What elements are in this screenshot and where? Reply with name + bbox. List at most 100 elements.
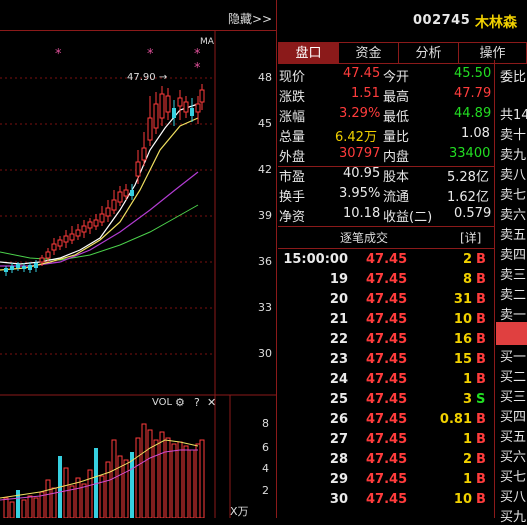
tab-analysis[interactable]: 分析	[398, 42, 459, 64]
high-price-marker: 47.90 →	[127, 72, 167, 83]
trade-time: 20	[329, 292, 348, 307]
candle-body	[63, 235, 69, 243]
trade-price: 47.45	[366, 372, 408, 387]
trade-price: 47.45	[366, 252, 408, 267]
volume-bar	[183, 445, 189, 518]
candle-body	[16, 264, 20, 268]
candle-body	[69, 233, 75, 241]
volume-bar	[21, 499, 27, 518]
candle-body	[147, 117, 153, 141]
orderbook-buy-label: 买三	[500, 390, 527, 405]
trade-side: B	[476, 412, 486, 427]
gear-icon[interactable]: ⚙	[175, 396, 185, 409]
candle-body	[177, 97, 183, 107]
candle-body	[45, 251, 51, 259]
trade-volume: 1	[462, 472, 472, 487]
trade-volume: 2	[462, 252, 472, 267]
trade-row: 27 47.45 1 B	[280, 432, 494, 452]
orderbook-buy-label: 买四	[500, 410, 527, 425]
volume-header: VOL	[152, 397, 173, 408]
orderbook-label: 共14	[500, 108, 527, 123]
quote-label: 收益(二)	[383, 210, 433, 225]
trade-volume: 31	[453, 292, 472, 307]
volume-tick: 8	[262, 417, 269, 430]
candle-body	[57, 239, 63, 247]
hide-panel-button[interactable]: 隐藏>>	[228, 10, 272, 27]
candle-body	[165, 95, 171, 113]
quote-label: 最低	[383, 110, 410, 125]
price-tick: 42	[258, 163, 272, 176]
candle-body	[172, 108, 176, 118]
quote-label: 换手	[279, 190, 306, 205]
trade-side: B	[476, 332, 486, 347]
tab-funds[interactable]: 资金	[338, 42, 399, 64]
change-value: 1.51	[351, 86, 380, 101]
trade-side: B	[476, 452, 486, 467]
close-icon[interactable]: ✕	[207, 396, 216, 409]
change-percent: 3.29%	[339, 106, 381, 121]
orderbook-spread-bar	[496, 322, 527, 345]
trade-row: 15:00:00 47.45 2 B	[280, 252, 494, 272]
tab-pankou[interactable]: 盘口	[278, 42, 339, 64]
kline-chart[interactable]: MA 48 45 42 39 36 33 30 * * * * 47.90 → …	[0, 30, 276, 518]
trade-volume: 10	[453, 492, 472, 507]
trade-side: B	[476, 312, 486, 327]
event-star-marker: *	[194, 47, 201, 62]
trade-side: B	[476, 352, 486, 367]
quote-label: 涨跌	[279, 90, 306, 105]
trade-price: 47.45	[366, 452, 408, 467]
trade-row: 29 47.45 1 B	[280, 472, 494, 492]
trade-price: 47.45	[366, 392, 408, 407]
price-tick-labels: 48 45 42 39 36 33 30	[258, 71, 272, 360]
quote-row: 涨幅 3.29% 最低 44.89	[279, 106, 493, 126]
trade-side: B	[476, 252, 486, 267]
trade-price: 47.45	[366, 332, 408, 347]
candle-body	[190, 108, 194, 116]
trades-detail-button[interactable]: [详]	[460, 229, 481, 246]
orderbook-sell-label: 卖五	[500, 228, 527, 243]
trade-time: 22	[329, 332, 348, 347]
trade-side: B	[476, 432, 486, 447]
trade-volume: 3	[462, 392, 472, 407]
trade-volume: 15	[453, 352, 472, 367]
trade-row: 19 47.45 8 B	[280, 272, 494, 292]
total-volume: 6.42万	[335, 130, 377, 145]
tab-operate[interactable]: 操作	[458, 42, 527, 64]
trade-time: 29	[329, 472, 348, 487]
volume-bar	[123, 459, 129, 518]
help-icon[interactable]: ?	[194, 396, 200, 409]
volume-bar	[141, 423, 147, 518]
volume-bar	[159, 431, 165, 518]
volume-bar	[27, 495, 33, 518]
trade-price: 47.45	[366, 492, 408, 507]
trade-row: 21 47.45 10 B	[280, 312, 494, 332]
volume-tick-labels: 8 6 4 2 X万	[230, 417, 269, 518]
current-price: 47.45	[343, 66, 381, 81]
quote-row: 总量 6.42万 量比 1.08	[279, 126, 493, 146]
quote-row: 换手 3.95% 流通 1.62亿	[279, 186, 493, 206]
trade-volume: 1	[462, 372, 472, 387]
volume-bar	[199, 439, 205, 518]
net-assets: 10.18	[343, 206, 381, 221]
trade-volume: 10	[453, 312, 472, 327]
orderbook-sell-label: 卖十	[500, 128, 527, 143]
trade-volume: 16	[453, 332, 472, 347]
trade-row: 22 47.45 16 B	[280, 332, 494, 352]
candle-body	[75, 229, 81, 237]
orderbook-buy-label: 买七	[500, 470, 527, 485]
trade-time: 30	[329, 492, 348, 507]
orderbook-sell-label: 卖八	[500, 168, 527, 183]
trades-header-divider	[278, 248, 494, 249]
trade-row: 23 47.45 15 B	[280, 352, 494, 372]
open-price: 45.50	[454, 66, 492, 81]
trade-volume: 1	[462, 432, 472, 447]
high-price: 47.79	[454, 86, 492, 101]
trade-side: B	[476, 372, 486, 387]
price-tick: 33	[258, 301, 272, 314]
candle-body	[10, 266, 14, 270]
quote-label: 流通	[383, 190, 410, 205]
candle-body	[159, 93, 165, 119]
event-star-marker: *	[55, 47, 62, 62]
orderbook-sell-label: 卖七	[500, 188, 527, 203]
trade-price: 47.45	[366, 472, 408, 487]
